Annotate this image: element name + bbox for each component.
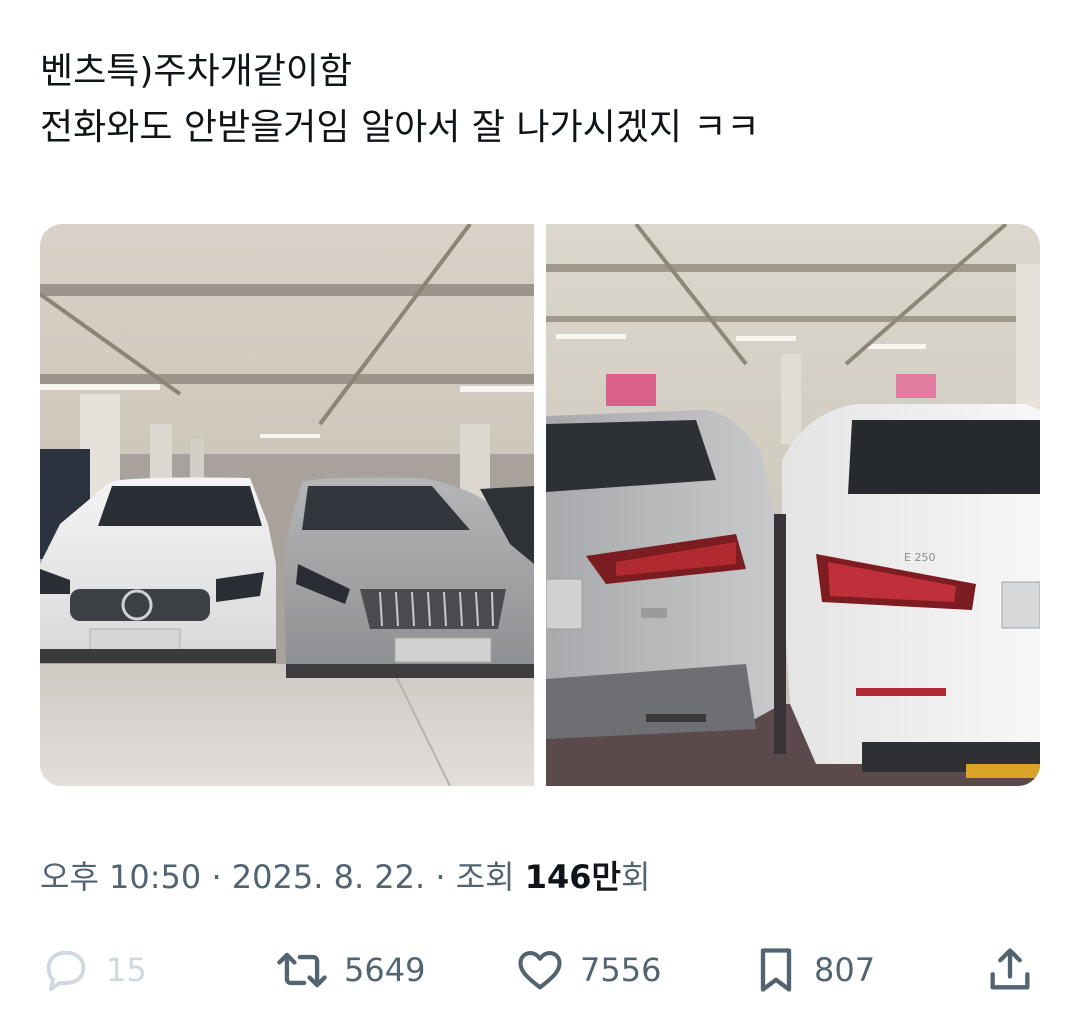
meta-separator: ·	[425, 858, 456, 896]
bookmark-count: 807	[814, 951, 876, 989]
media-grid: E 250	[40, 224, 1040, 786]
share-button[interactable]	[984, 940, 1036, 1000]
photo-right[interactable]: E 250	[546, 224, 1040, 786]
tweet-line-2: 전화와도 안받을거임 알아서 잘 나가시겠지 ㅋㅋ	[40, 107, 760, 148]
views-count: 146만	[524, 858, 621, 896]
tweet-meta: 오후 10:50 · 2025. 8. 22. · 조회 146만회	[40, 852, 650, 898]
heart-icon	[518, 951, 562, 990]
tweet-text: 벤츠특)주차개같이함 전화와도 안받을거임 알아서 잘 나가시겠지 ㅋㅋ	[40, 44, 1040, 156]
tweet-line-1: 벤츠특)주차개같이함	[40, 51, 353, 92]
bookmark-button[interactable]: 807	[752, 940, 875, 1000]
photo-left[interactable]	[40, 224, 534, 786]
retweet-button[interactable]: 5649	[274, 940, 425, 1000]
reply-count: 15	[106, 951, 147, 989]
retweet-count: 5649	[344, 951, 426, 989]
parking-rear-image: E 250	[546, 224, 1040, 786]
tweet-time[interactable]: 오후 10:50	[40, 858, 201, 896]
model-badge: E 250	[904, 551, 935, 564]
meta-separator: ·	[201, 858, 232, 896]
views-label: 조회	[455, 858, 525, 896]
share-icon	[990, 948, 1030, 990]
tweet-date[interactable]: 2025. 8. 22.	[232, 858, 425, 896]
like-button[interactable]: 7556	[514, 940, 661, 1000]
parking-front-image	[40, 224, 534, 786]
reply-button[interactable]: 15	[40, 940, 147, 1000]
like-count: 7556	[580, 951, 662, 989]
bookmark-icon	[760, 948, 792, 992]
reply-icon	[46, 950, 86, 992]
views-suffix: 회	[621, 858, 651, 896]
action-bar: 15 5649 7556 807	[40, 940, 1040, 1000]
retweet-icon	[277, 952, 327, 988]
